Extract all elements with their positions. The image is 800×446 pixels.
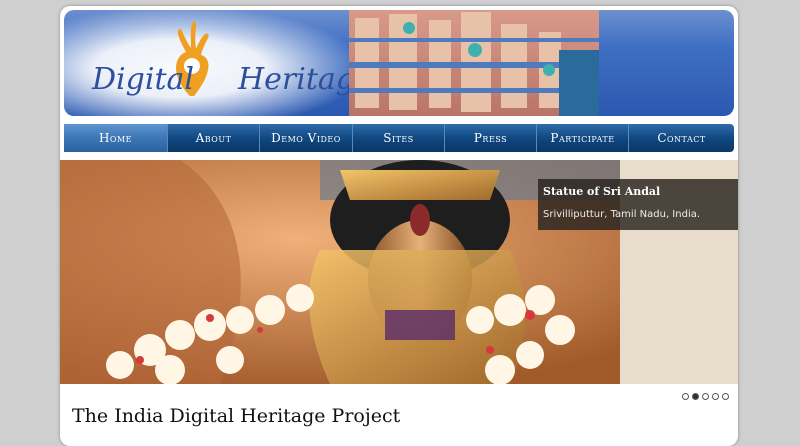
slide-dot-2[interactable]: [692, 393, 699, 400]
nav-press[interactable]: Press: [445, 124, 537, 152]
nav-sites[interactable]: Sites: [353, 124, 445, 152]
nav-about[interactable]: About: [168, 124, 260, 152]
nav-home[interactable]: Home: [64, 124, 168, 152]
header-banner: Digital Heritage: [64, 10, 734, 116]
slide-dot-5[interactable]: [722, 393, 729, 400]
slide-dot-3[interactable]: [702, 393, 709, 400]
nav-demo-video[interactable]: Demo Video: [260, 124, 353, 152]
logo-word-digital: Digital: [92, 62, 194, 97]
page-title: The India Digital Heritage Project: [72, 405, 401, 427]
slide-caption: Statue of Sri Andal Srivilliputtur, Tami…: [538, 179, 738, 230]
slider-pagination: [682, 393, 729, 400]
main-navigation: Home About Demo Video Sites Press Partic…: [64, 124, 734, 152]
temple-tower-image: [349, 10, 599, 116]
slide-dot-1[interactable]: [682, 393, 689, 400]
caption-title: Statue of Sri Andal: [543, 185, 661, 198]
caption-subtitle: Srivilliputtur, Tamil Nadu, India.: [543, 209, 701, 220]
nav-contact[interactable]: Contact: [629, 124, 734, 152]
slide-dot-4[interactable]: [712, 393, 719, 400]
site-logo[interactable]: Digital Heritage: [92, 62, 373, 97]
nav-participate[interactable]: Participate: [537, 124, 629, 152]
page-container: Digital Heritage Home About Demo Video S…: [60, 6, 738, 446]
